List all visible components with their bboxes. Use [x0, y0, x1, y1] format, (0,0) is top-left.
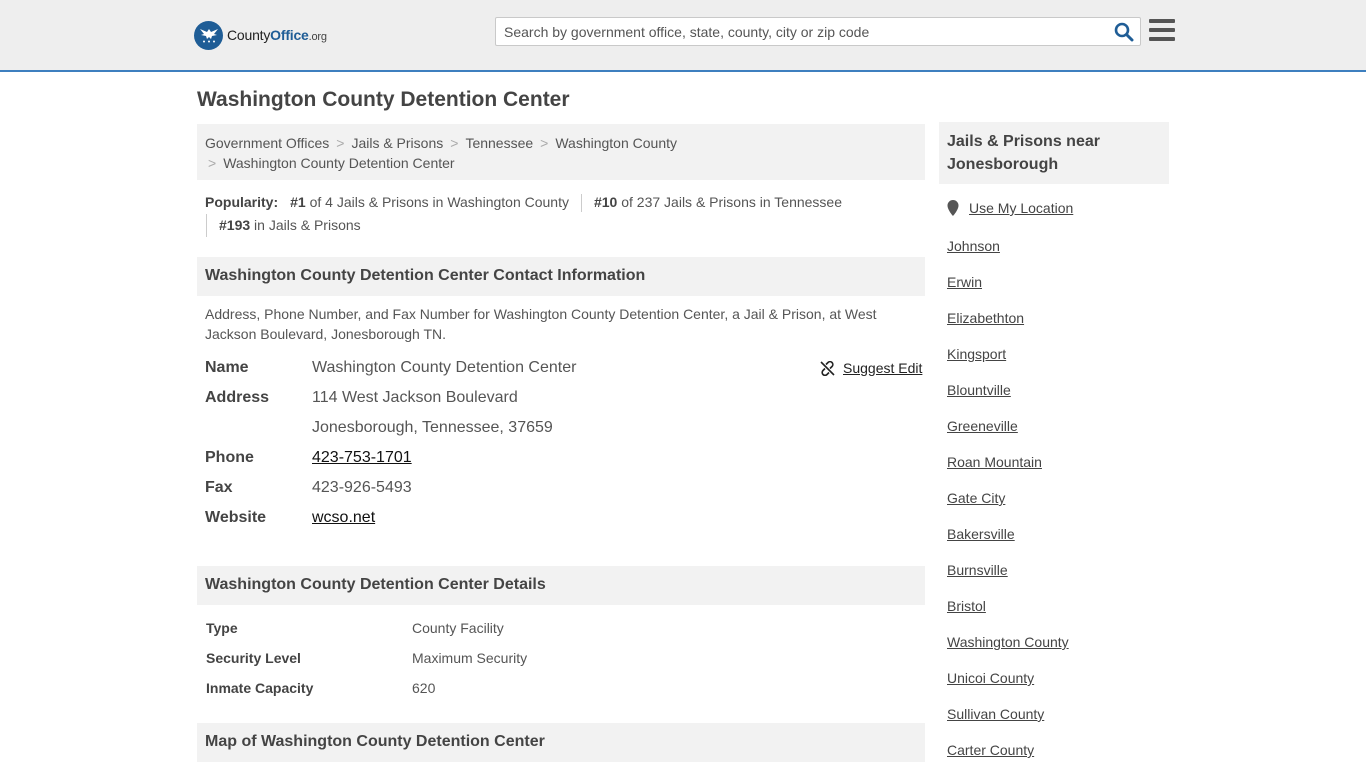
- popularity-rank: #193: [219, 217, 251, 233]
- nearby-link-unicoi-county[interactable]: Unicoi County: [947, 670, 1034, 686]
- eagle-seal-icon: [194, 20, 223, 50]
- map-section-heading: Map of Washington County Detention Cente…: [197, 723, 925, 762]
- nearby-list: Johnson Erwin Elizabethton Kingsport Blo…: [947, 236, 1069, 776]
- list-item: Unicoi County: [947, 668, 1069, 704]
- use-my-location-label: Use My Location: [969, 200, 1074, 216]
- nearby-link-erwin[interactable]: Erwin: [947, 274, 982, 290]
- breadcrumb-jails-prisons[interactable]: Jails & Prisons: [351, 135, 443, 151]
- popularity-block: Popularity: #1 of 4 Jails & Prisons in W…: [205, 191, 925, 237]
- sidebar-heading: Jails & Prisons near Jonesborough: [939, 122, 1169, 184]
- fax-value: 423-926-5493: [312, 479, 412, 496]
- popularity-item: #10 of 237 Jails & Prisons in Tennessee: [594, 191, 842, 214]
- popularity-rank: #10: [593, 194, 618, 210]
- list-item: Elizabethton: [947, 308, 1069, 344]
- list-item: Bristol: [947, 596, 1069, 632]
- detail-value: County Facility: [412, 620, 504, 636]
- phone-value: 423-753-1701: [312, 447, 412, 469]
- name-value: Washington County Detention Center: [312, 359, 577, 376]
- breadcrumb-government-offices[interactable]: Government Offices: [205, 135, 329, 151]
- nearby-link-burnsville[interactable]: Burnsville: [947, 562, 1008, 578]
- use-my-location-link[interactable]: Use My Location: [947, 200, 1073, 216]
- popularity-item: #1 of 4 Jails & Prisons in Washington Co…: [290, 191, 569, 214]
- suggest-edit-link[interactable]: Suggest Edit: [820, 360, 922, 376]
- site-logo[interactable]: CountyOffice.org: [194, 20, 327, 50]
- list-item: Greeneville: [947, 416, 1069, 452]
- logo-wordmark: CountyOffice.org: [227, 27, 327, 43]
- phone-label: Phone: [205, 449, 254, 466]
- contact-section-heading: Washington County Detention Center Conta…: [197, 257, 925, 296]
- nearby-link-gate-city[interactable]: Gate City: [947, 490, 1005, 506]
- popularity-item: #193 in Jails & Prisons: [219, 214, 361, 237]
- page-title: Washington County Detention Center: [197, 88, 570, 111]
- detail-value: 620: [412, 680, 436, 696]
- detail-label: Type: [206, 620, 238, 636]
- breadcrumb-separator-icon: >: [540, 135, 549, 151]
- breadcrumb-separator-icon: >: [450, 135, 459, 151]
- divider: [580, 193, 582, 212]
- name-label: Name: [205, 359, 249, 376]
- broken-link-icon: [820, 360, 835, 376]
- popularity-text: in Jails & Prisons: [250, 217, 361, 233]
- detail-label: Inmate Capacity: [206, 680, 314, 696]
- address-label: Address: [205, 389, 270, 406]
- nearby-link-greeneville[interactable]: Greeneville: [947, 418, 1018, 434]
- detail-value: Maximum Security: [412, 650, 528, 666]
- breadcrumb-washington-county[interactable]: Washington County: [555, 135, 677, 151]
- list-item: Roan Mountain: [947, 452, 1069, 488]
- nearby-link-bakersville[interactable]: Bakersville: [947, 526, 1015, 542]
- address-line1: 114 West Jackson Boulevard: [312, 389, 518, 406]
- nearby-link-elizabethton[interactable]: Elizabethton: [947, 310, 1024, 326]
- detail-label: Security Level: [206, 650, 301, 666]
- nearby-link-kingsport[interactable]: Kingsport: [947, 346, 1006, 362]
- nearby-link-johnson[interactable]: Johnson: [947, 238, 1000, 254]
- website-label: Website: [205, 509, 267, 526]
- search-icon[interactable]: [1114, 22, 1134, 42]
- website-link[interactable]: wcso.net: [312, 509, 375, 526]
- list-item: Erwin: [947, 272, 1069, 308]
- list-item: Washington County: [947, 632, 1069, 668]
- popularity-rank: #1: [290, 194, 306, 210]
- popularity-text: of 4 Jails & Prisons in Washington Count…: [305, 194, 569, 210]
- breadcrumb-current: Washington County Detention Center: [223, 155, 455, 171]
- list-item: Gate City: [947, 488, 1069, 524]
- hamburger-menu-icon[interactable]: [1149, 19, 1175, 41]
- logo-brand-tld: .org: [308, 31, 327, 43]
- nearby-link-sullivan-county[interactable]: Sullivan County: [947, 706, 1044, 722]
- nearby-link-washington-county[interactable]: Washington County: [947, 634, 1069, 650]
- breadcrumb-separator-icon: >: [336, 135, 345, 151]
- details-section-heading: Washington County Detention Center Detai…: [197, 566, 925, 605]
- fax-label: Fax: [205, 479, 233, 496]
- suggest-edit-label: Suggest Edit: [843, 360, 923, 376]
- address-line2: Jonesborough, Tennessee, 37659: [312, 419, 553, 436]
- nearby-link-carter-county[interactable]: Carter County: [947, 742, 1034, 758]
- list-item: Sullivan County: [947, 704, 1069, 740]
- breadcrumb: Government Offices > Jails & Prisons > Tenne…: [197, 124, 925, 180]
- list-item: Johnson: [947, 236, 1069, 272]
- list-item: Blountville: [947, 380, 1069, 416]
- nearby-link-blountville[interactable]: Blountville: [947, 382, 1011, 398]
- list-item: Carter County: [947, 740, 1069, 776]
- search-bar: [495, 17, 1141, 46]
- popularity-label: Popularity:: [205, 194, 279, 210]
- list-item: Kingsport: [947, 344, 1069, 380]
- location-pin-icon: [947, 200, 959, 216]
- list-item: Burnsville: [947, 560, 1069, 596]
- list-item: Bakersville: [947, 524, 1069, 560]
- search-input[interactable]: [496, 18, 1106, 45]
- phone-link[interactable]: 423-753-1701: [312, 449, 412, 466]
- breadcrumb-tennessee[interactable]: Tennessee: [465, 135, 533, 151]
- logo-brand-accent: Office: [270, 27, 309, 43]
- nearby-link-roan-mountain[interactable]: Roan Mountain: [947, 454, 1042, 470]
- site-header: CountyOffice.org: [0, 0, 1366, 72]
- nearby-link-bristol[interactable]: Bristol: [947, 598, 986, 614]
- contact-description: Address, Phone Number, and Fax Number fo…: [205, 306, 877, 342]
- website-value: wcso.net: [312, 507, 375, 529]
- logo-brand-main: County: [227, 27, 271, 43]
- breadcrumb-separator-icon: >: [208, 155, 217, 171]
- popularity-text: of 237 Jails & Prisons in Tennessee: [617, 194, 842, 210]
